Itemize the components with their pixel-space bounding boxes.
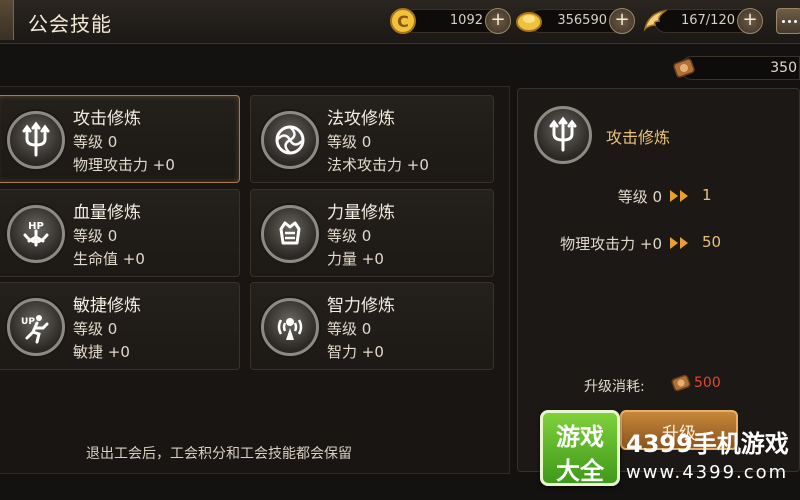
- hp-icon: HP: [7, 205, 65, 263]
- skill-card-hp[interactable]: HP 血量修炼 等级 0 生命值 +0: [0, 189, 240, 277]
- coin-value: 1092: [449, 13, 483, 28]
- footer-note: 退出工会后，工会积分和工会技能都会保留: [86, 446, 352, 462]
- skill-name: 力量修炼: [327, 203, 395, 223]
- guild-points: 350: [673, 56, 800, 80]
- skill-card-agility[interactable]: UP 敏捷修炼 等级 0 敏捷 +0: [0, 282, 240, 370]
- trident-icon: [7, 111, 65, 169]
- guild-points-value: 350: [770, 60, 797, 76]
- skill-name: 法攻修炼: [327, 109, 395, 129]
- add-coin-button[interactable]: +: [485, 8, 511, 34]
- skill-level: 等级 0: [73, 133, 118, 151]
- skill-name: 血量修炼: [73, 203, 141, 223]
- resource-gold: 356590 +: [516, 8, 635, 34]
- skill-card-attack[interactable]: 攻击修炼 等级 0 物理攻击力 +0: [0, 95, 240, 183]
- skill-name: 攻击修炼: [73, 109, 141, 129]
- detail-stat-next: 50: [702, 233, 722, 251]
- watermark-logo: 游戏 大全: [540, 410, 620, 486]
- top-bar: 公会技能 C 1092 + 356590 + 167/120 +: [0, 0, 800, 44]
- upgrade-cost-label: 升级消耗:: [584, 379, 645, 395]
- skill-stat: 物理攻击力 +0: [73, 156, 175, 174]
- skill-stat: 智力 +0: [327, 343, 384, 361]
- skill-name: 智力修炼: [327, 296, 395, 316]
- fist-icon: [261, 205, 319, 263]
- detail-level-label: 等级 0: [617, 188, 662, 206]
- detail-level-next: 1: [702, 186, 712, 204]
- detail-stat-label: 物理攻击力 +0: [560, 235, 662, 253]
- guild-token-icon: [673, 58, 695, 78]
- skill-card-intelligence[interactable]: 智力修炼 等级 0 智力 +0: [250, 282, 494, 370]
- watermark-url: www.4399.com: [626, 462, 789, 483]
- stamina-value: 167/120: [680, 13, 735, 28]
- skill-card-strength[interactable]: 力量修炼 等级 0 力量 +0: [250, 189, 494, 277]
- magic-swirl-icon: [261, 111, 319, 169]
- skill-card-magic-attack[interactable]: 法攻修炼 等级 0 法术攻击力 +0: [250, 95, 494, 183]
- skill-name: 敏捷修炼: [73, 296, 141, 316]
- gold-value: 356590: [557, 13, 607, 28]
- double-arrow-icon: [670, 190, 688, 202]
- skill-stat: 力量 +0: [327, 250, 384, 268]
- watermark-logo-line1: 游戏: [556, 423, 604, 451]
- mind-icon: [261, 298, 319, 356]
- skill-stat: 法术攻击力 +0: [327, 156, 429, 174]
- add-stamina-button[interactable]: +: [737, 8, 763, 34]
- guild-token-icon: [671, 374, 691, 392]
- back-button[interactable]: [0, 0, 14, 40]
- svg-text:UP: UP: [21, 317, 35, 327]
- coin-c-icon: C: [390, 8, 416, 34]
- skill-stat: 敏捷 +0: [73, 343, 130, 361]
- chat-button[interactable]: [776, 8, 800, 34]
- skill-level: 等级 0: [327, 320, 372, 338]
- detail-skill-name: 攻击修炼: [606, 128, 671, 147]
- skill-level: 等级 0: [327, 133, 372, 151]
- resource-stamina: 167/120 +: [643, 8, 763, 34]
- gold-ingot-icon: [516, 12, 542, 32]
- double-arrow-icon: [670, 237, 688, 249]
- runner-icon: UP: [7, 298, 65, 356]
- page-title: 公会技能: [28, 12, 112, 36]
- svg-text:C: C: [397, 12, 409, 31]
- resource-coin: C 1092 +: [390, 8, 511, 34]
- skill-stat: 生命值 +0: [73, 250, 145, 268]
- skill-level: 等级 0: [73, 320, 118, 338]
- add-gold-button[interactable]: +: [609, 8, 635, 34]
- upgrade-cost-value: 500: [694, 375, 721, 391]
- watermark-text: 4399手机游戏: [626, 430, 789, 458]
- stamina-wing-icon: [643, 9, 668, 32]
- watermark-logo-line2: 大全: [556, 457, 604, 485]
- trident-icon: [534, 106, 592, 164]
- skill-level: 等级 0: [327, 227, 372, 245]
- skill-level: 等级 0: [73, 227, 118, 245]
